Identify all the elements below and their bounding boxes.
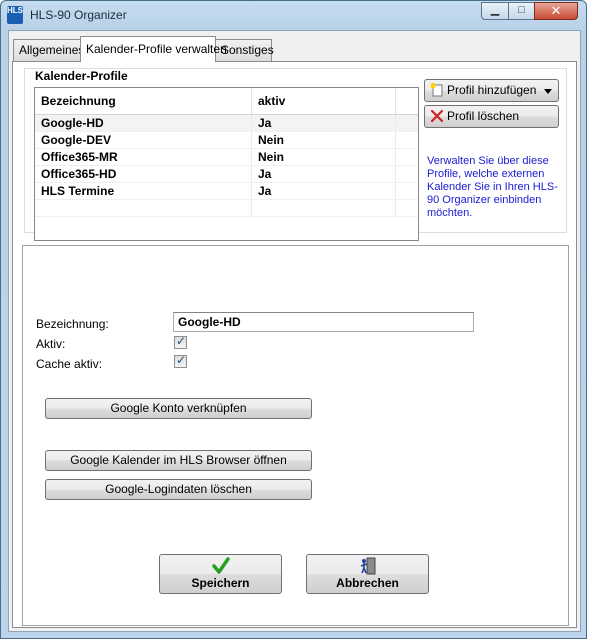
- window-title: HLS-90 Organizer: [30, 8, 127, 22]
- profiles-table[interactable]: Bezeichnung aktiv Google-HD Ja Google-DE…: [34, 87, 419, 241]
- exit-door-icon: [360, 557, 376, 575]
- active-label: Aktiv:: [36, 337, 66, 351]
- checkmark-icon: [212, 557, 230, 574]
- table-row[interactable]: Office365-MR Nein: [35, 149, 418, 166]
- cell-name: Office365-MR: [35, 149, 252, 165]
- cell-name: Google-DEV: [35, 132, 252, 148]
- close-button[interactable]: ✕: [534, 2, 578, 20]
- profiles-group: Kalender-Profile Bezeichnung aktiv Googl…: [24, 68, 567, 241]
- empty-cell: [252, 200, 396, 216]
- dropdown-arrow-icon: [544, 89, 552, 94]
- delete-profile-button[interactable]: Profil löschen: [424, 105, 559, 128]
- cell-active: Ja: [252, 166, 396, 182]
- delete-x-icon: [430, 109, 444, 123]
- profiles-group-title: Kalender-Profile: [33, 69, 130, 83]
- cancel-button[interactable]: Abbrechen: [306, 554, 429, 594]
- column-header-bezeichnung[interactable]: Bezeichnung: [35, 88, 252, 114]
- cell-name: HLS Termine: [35, 183, 252, 199]
- cell-active: Ja: [252, 183, 396, 199]
- minimize-button[interactable]: ▁: [481, 2, 509, 20]
- profile-details-panel: Bezeichnung: Google-HD Aktiv: Cache akti…: [22, 246, 569, 626]
- tab-allgemeines[interactable]: Allgemeines: [13, 39, 84, 61]
- table-header: Bezeichnung aktiv: [35, 88, 418, 115]
- link-google-account-button[interactable]: Google Konto verknüpfen: [45, 398, 312, 419]
- cache-active-label: Cache aktiv:: [36, 357, 103, 371]
- app-logo-icon: HLS: [7, 6, 23, 24]
- profile-name-input[interactable]: Google-HD: [173, 312, 474, 332]
- name-label: Bezeichnung:: [36, 317, 109, 331]
- add-profile-button[interactable]: Profil hinzufügen: [424, 79, 559, 102]
- cancel-label: Abbrechen: [336, 576, 399, 590]
- cell-active: Nein: [252, 132, 396, 148]
- table-row[interactable]: Google-HD Ja: [35, 115, 418, 132]
- cache-active-checkbox[interactable]: [174, 353, 187, 368]
- new-document-icon: [430, 83, 443, 97]
- main-window: HLS HLS-90 Organizer ▁ □ ✕ Allgemeines K…: [0, 0, 587, 639]
- table-row[interactable]: Google-DEV Nein: [35, 132, 418, 149]
- cell-active: Ja: [252, 115, 396, 131]
- empty-cell: [35, 200, 252, 216]
- tab-kalender-profile[interactable]: Kalender-Profile verwalten: [80, 36, 227, 62]
- cell-name: Office365-HD: [35, 166, 252, 182]
- save-button[interactable]: Speichern: [159, 554, 282, 594]
- add-profile-label: Profil hinzufügen: [447, 83, 537, 97]
- cell-active: Nein: [252, 149, 396, 165]
- title-bar[interactable]: HLS HLS-90 Organizer ▁ □ ✕: [1, 1, 586, 29]
- tab-content: Kalender-Profile Bezeichnung aktiv Googl…: [12, 61, 577, 628]
- save-label: Speichern: [191, 576, 250, 590]
- delete-login-data-button[interactable]: Google-Logindaten löschen: [45, 479, 312, 500]
- delete-profile-label: Profil löschen: [447, 109, 520, 123]
- client-area: Allgemeines Kalender-Profile verwalten S…: [8, 30, 581, 632]
- cell-name: Google-HD: [35, 115, 252, 131]
- table-row[interactable]: HLS Termine Ja: [35, 183, 418, 200]
- info-text: Verwalten Sie über diese Profile, welche…: [427, 155, 558, 219]
- table-row[interactable]: Office365-HD Ja: [35, 166, 418, 183]
- column-header-aktiv[interactable]: aktiv: [252, 88, 396, 114]
- open-in-browser-button[interactable]: Google Kalender im HLS Browser öffnen: [45, 450, 312, 471]
- maximize-button[interactable]: □: [508, 2, 535, 20]
- active-checkbox[interactable]: [174, 334, 187, 349]
- empty-table-row: [35, 200, 418, 217]
